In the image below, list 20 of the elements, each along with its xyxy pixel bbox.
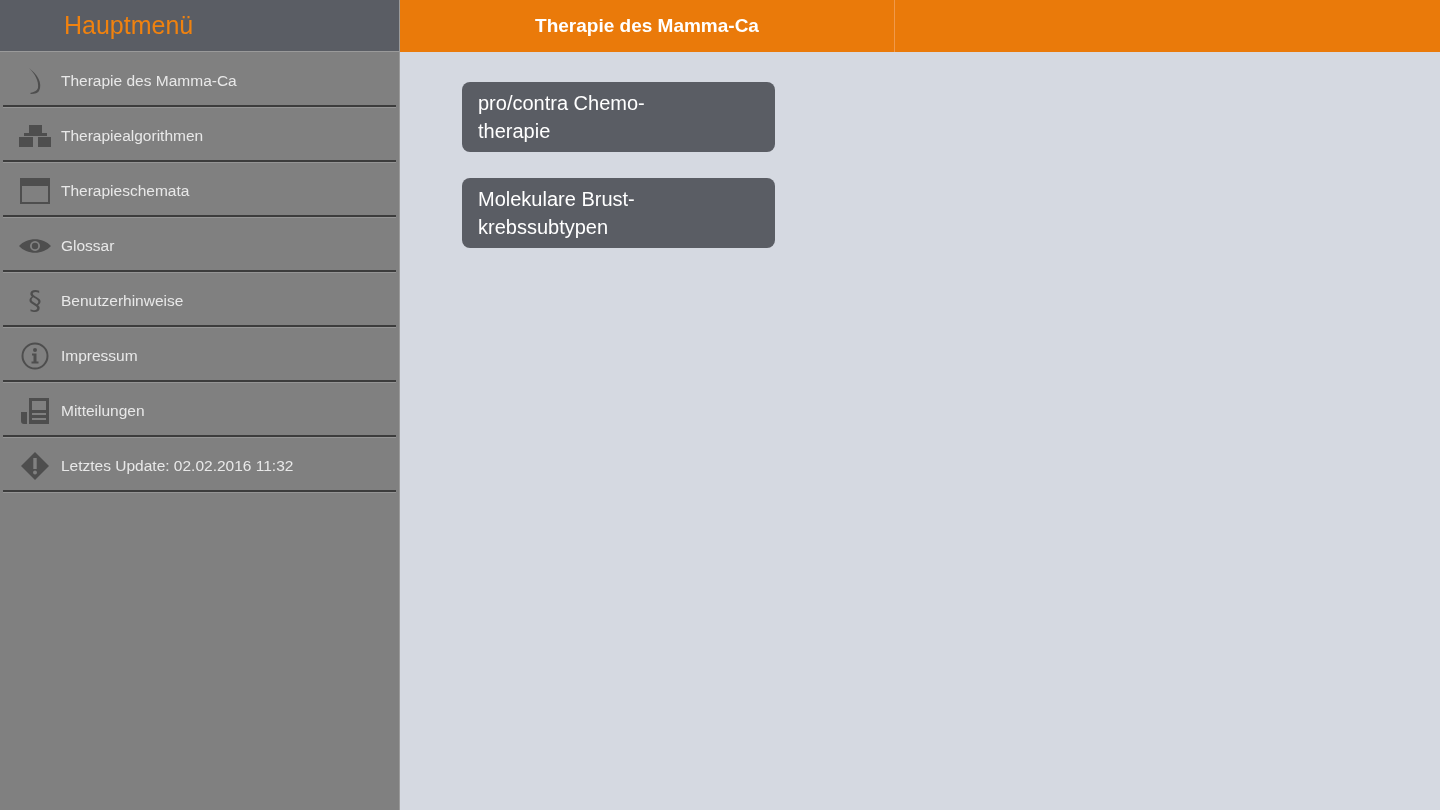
menu-item[interactable]: Therapiealgorithmen <box>3 107 396 162</box>
info-icon <box>21 341 49 370</box>
menu-title: Hauptmenü <box>64 11 194 40</box>
menu-item[interactable]: § Benutzerhinweise <box>3 272 396 327</box>
topic-button[interactable]: pro/contra Chemo- therapie <box>462 82 775 152</box>
warning-diamond-icon <box>21 451 49 480</box>
topic-button[interactable]: Molekulare Brust- krebssubtypen <box>462 178 775 248</box>
menu-item[interactable]: Mitteilungen <box>3 382 396 437</box>
crescent-curve-icon <box>27 66 43 95</box>
menu-item[interactable]: Therapieschemata <box>3 162 396 217</box>
hierarchy-icon <box>19 124 51 147</box>
eye-icon <box>19 238 51 253</box>
menu-item[interactable]: Therapie des Mamma-Ca <box>3 52 396 107</box>
menu-item[interactable]: Letztes Update: 02.02.2016 11:32 <box>3 437 396 492</box>
page-title: Therapie des Mamma-Ca <box>535 15 759 37</box>
menu-item[interactable]: Impressum <box>3 327 396 382</box>
menu-item[interactable]: Glossar <box>3 217 396 272</box>
window-icon <box>20 177 50 204</box>
section-sign-icon: § <box>28 285 42 316</box>
newspaper-icon <box>21 397 49 424</box>
